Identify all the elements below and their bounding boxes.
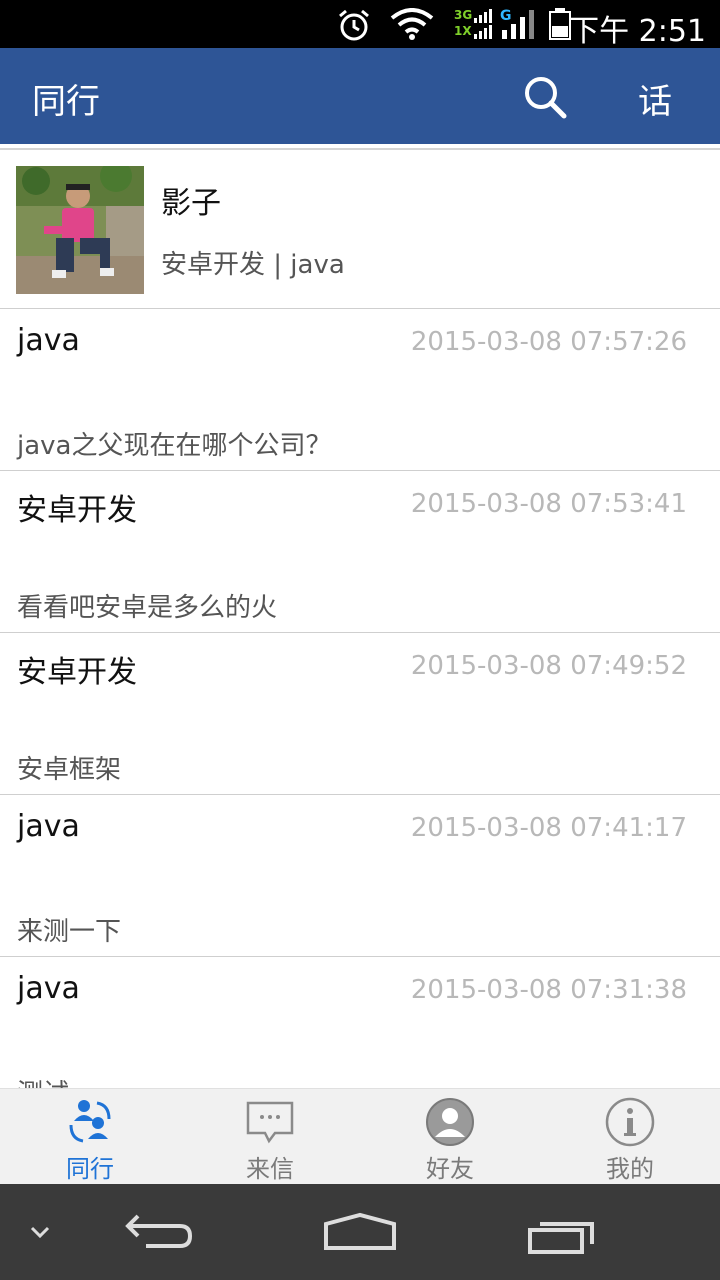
tab-mine[interactable]: 我的 [540, 1089, 720, 1185]
post-author: java [17, 809, 80, 844]
network-type-3g: 3G [454, 8, 473, 22]
tab-label: 来信 [246, 1155, 294, 1183]
app-bar: 同行 话 [0, 48, 720, 144]
post-content: java之父现在在哪个公司？ [17, 431, 332, 461]
post-time: 2015-03-08 07:41:17 [410, 813, 687, 843]
tab-colleagues[interactable]: 同行 [0, 1089, 180, 1185]
tab-label: 同行 [66, 1155, 114, 1183]
signal-3g-icon: 3G 1X [454, 8, 494, 40]
home-icon[interactable] [322, 1212, 398, 1252]
list-item[interactable]: java 2015-03-08 07:57:26 java之父现在在哪个公司？ [0, 309, 720, 471]
post-content: 看看吧安卓是多么的火 [17, 593, 278, 623]
post-author: 安卓开发 [17, 655, 137, 690]
signal-g-icon: G [500, 8, 536, 40]
post-time: 2015-03-08 07:49:52 [410, 651, 687, 681]
bottom-tab-bar: 同行 来信 好友 我的 [0, 1088, 720, 1184]
post-content: 安卓框架 [17, 755, 122, 785]
network-type-1x: 1X [454, 24, 472, 38]
message-icon [246, 1101, 294, 1144]
post-list[interactable]: java 2015-03-08 07:57:26 java之父现在在哪个公司？ … [0, 309, 720, 1088]
post-author: 安卓开发 [17, 493, 137, 528]
avatar[interactable] [16, 166, 144, 294]
profile-name: 影子 [161, 186, 221, 221]
info-icon [605, 1097, 655, 1147]
back-icon[interactable] [124, 1210, 196, 1254]
profile-subtitle: 安卓开发 | java [161, 250, 345, 280]
talk-button[interactable]: 话 [638, 74, 672, 123]
list-item[interactable]: 安卓开发 2015-03-08 07:53:41 看看吧安卓是多么的火 [0, 471, 720, 633]
status-bar: 3G 1X G 下午 2:51 [0, 0, 720, 49]
post-time: 2015-03-08 07:31:38 [410, 975, 687, 1005]
tab-messages[interactable]: 来信 [180, 1089, 360, 1185]
post-content: 来测一下 [17, 917, 122, 947]
tab-friends[interactable]: 好友 [360, 1089, 540, 1185]
search-icon[interactable] [522, 74, 568, 120]
tab-label: 好友 [426, 1155, 474, 1183]
post-time: 2015-03-08 07:53:41 [410, 489, 687, 519]
post-time: 2015-03-08 07:57:26 [410, 327, 687, 357]
colleagues-icon [69, 1100, 111, 1143]
list-item[interactable]: java 2015-03-08 07:41:17 来测一下 [0, 795, 720, 957]
status-time: 下午 2:51 [569, 14, 706, 49]
system-nav-bar [0, 1184, 720, 1280]
tab-label: 我的 [606, 1155, 654, 1183]
profile-header[interactable]: 影子 安卓开发 | java [0, 148, 720, 309]
wifi-icon [390, 8, 434, 40]
alarm-icon [339, 9, 369, 41]
post-author: java [17, 323, 80, 358]
friend-icon [426, 1098, 474, 1146]
list-item[interactable]: 安卓开发 2015-03-08 07:49:52 安卓框架 [0, 633, 720, 795]
list-item[interactable]: java 2015-03-08 07:31:38 测试 [0, 957, 720, 1088]
post-content: 测试 [17, 1073, 69, 1088]
page-title: 同行 [32, 82, 100, 122]
chevron-down-icon[interactable] [28, 1220, 52, 1244]
recent-apps-icon[interactable] [526, 1216, 598, 1256]
post-author: java [17, 971, 80, 1006]
